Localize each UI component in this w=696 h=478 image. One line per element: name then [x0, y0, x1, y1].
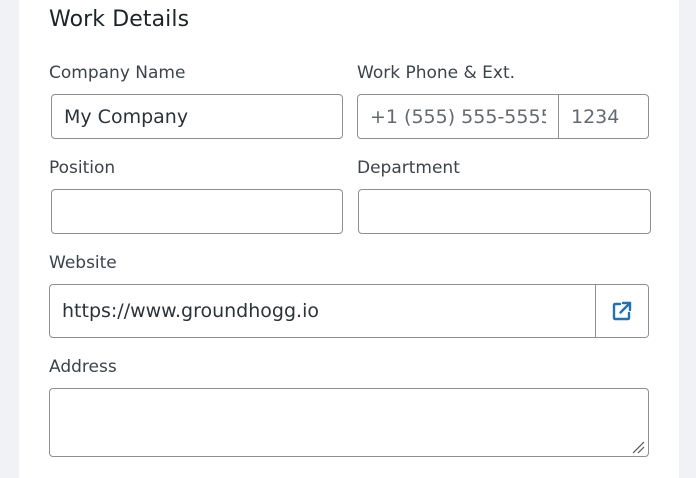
website-input[interactable] [50, 285, 595, 337]
department-label: Department [357, 158, 460, 178]
external-link-icon [612, 301, 632, 321]
company-name-label: Company Name [49, 63, 186, 83]
work-phone-input[interactable] [358, 95, 559, 138]
resize-handle-icon[interactable] [631, 440, 645, 454]
department-input[interactable] [358, 189, 651, 234]
position-input[interactable] [51, 189, 343, 234]
address-textarea[interactable] [49, 388, 649, 457]
open-website-button[interactable] [595, 285, 648, 337]
website-input-group [49, 284, 649, 338]
phone-extension-input[interactable] [559, 95, 648, 138]
work-phone-group [357, 94, 649, 139]
work-phone-label: Work Phone & Ext. [357, 63, 516, 83]
company-name-input[interactable] [51, 94, 343, 139]
section-title: Work Details [49, 7, 190, 32]
position-label: Position [49, 158, 116, 178]
website-label: Website [49, 253, 117, 273]
address-label: Address [49, 357, 117, 377]
